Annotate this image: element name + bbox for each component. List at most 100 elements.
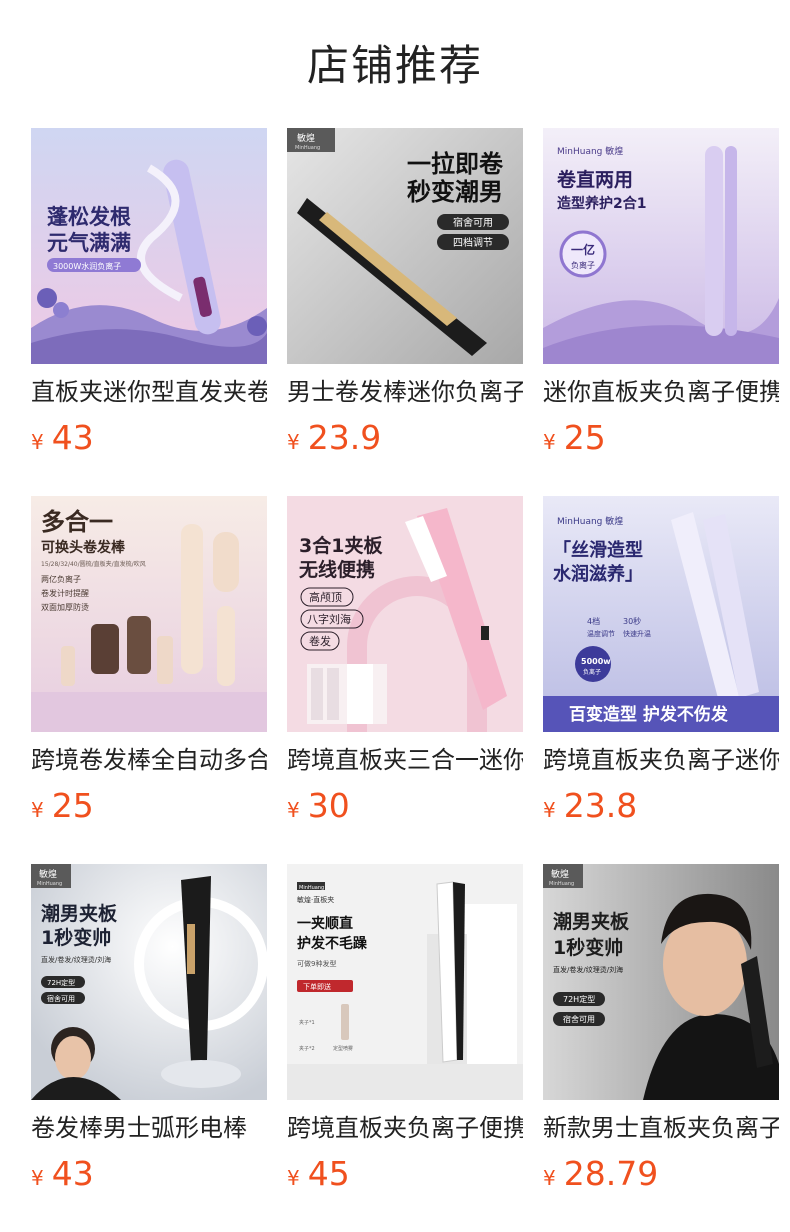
product-title[interactable]: 跨境直板夹负离子便携 [287,1110,523,1146]
image-tag: 高颅顶 [309,590,342,604]
price-value: 23.9 [307,418,382,457]
badge-text: 负离子 [583,668,601,676]
image-label: 定型喷雾 [333,1045,353,1052]
price-value: 23.8 [563,786,638,825]
currency-symbol: ¥ [31,430,44,454]
price-value: 45 [307,1154,350,1193]
currency-symbol: ¥ [31,1166,44,1190]
brand-logo: 敏煌 [297,132,315,144]
badge-text: 5000w [581,657,611,666]
image-spec: 15/28/32/40/圆梳/直板夹/直发梳/吹风 [41,560,146,568]
product-title[interactable]: 新款男士直板夹负离子 [543,1110,779,1146]
product-image[interactable]: 敏煌 MinHuang 潮男夹板 1秒变帅 直发/卷发/纹理烫/刘海 72H定型… [543,864,779,1100]
image-headline: 秒变潮男 [407,178,503,206]
image-tag: 3000W水润负离子 [53,261,121,271]
image-label: 夹子*2 [299,1045,315,1052]
image-headline: 蓬松发根 [47,205,131,229]
currency-symbol: ¥ [287,1166,300,1190]
image-headline: 无线便携 [299,558,375,581]
feature-text: 温度调节 [587,629,615,638]
product-price: ¥30 [287,786,350,826]
product-image[interactable]: MinHuang 敏煌·直板夹 一夹顺直 护发不毛躁 可做9种发型 下单即送 夹… [287,864,523,1100]
image-headline: 3合1夹板 [299,534,383,557]
brand-sub: MinHuang [37,881,62,887]
image-tag: 下单即送 [303,982,331,991]
image-headline: 水润滋养」 [553,563,643,585]
brand-logo: 敏煌 [551,868,569,880]
brand-sub: MinHuang [295,145,320,151]
product-card[interactable]: MinHuang 敏煌·直板夹 一夹顺直 护发不毛躁 可做9种发型 下单即送 夹… [287,864,523,1194]
product-image[interactable]: 多合一 可换头卷发棒 15/28/32/40/圆梳/直板夹/直发梳/吹风 两亿负… [31,496,267,732]
product-image[interactable]: 敏煌 MinHuang 潮男夹板 1秒变帅 直发/卷发/纹理烫/刘海 72H定型… [31,864,267,1100]
currency-symbol: ¥ [31,798,44,822]
product-title[interactable]: 跨境卷发棒全自动多合一 [31,742,267,778]
currency-symbol: ¥ [543,430,556,454]
image-tag: 宿舍可用 [453,216,493,229]
image-headline: 多合一 [41,508,113,536]
feature-text: 快速升温 [623,629,651,638]
image-tag: 72H定型 [563,994,595,1004]
image-headline: 卷直两用 [556,168,633,191]
product-title[interactable]: 男士卷发棒迷你负离子 [287,374,523,410]
image-bullet: 卷发计时提醒 [41,588,89,598]
image-tag: 八字刘海 [307,612,351,626]
product-image[interactable]: 蓬松发根 元气满满 3000W水润负离子 [31,128,267,364]
image-headline: 1秒变帅 [553,936,623,959]
product-card[interactable]: 敏煌 MinHuang 一拉即卷 秒变潮男 宿舍可用 四档调节 男士卷发棒迷你负… [287,128,523,458]
image-headline: 一拉即卷 [407,150,504,178]
brand-logo: MinHuang 敏煌 [557,515,623,527]
product-card[interactable]: 3合1夹板 无线便携 高颅顶 八字刘海 卷发 跨境直板夹三合一迷你 ¥30 [287,496,523,826]
price-value: 28.79 [563,1154,659,1193]
product-grid: 蓬松发根 元气满满 3000W水润负离子 直板夹迷你型直发夹卷发棒 ¥43 敏煌 [0,0,790,1232]
product-price: ¥23.8 [543,786,637,826]
image-headline: 潮男夹板 [41,902,118,925]
brand-logo: 敏煌 [39,868,57,880]
image-headline: 1秒变帅 [41,926,111,949]
image-headline: 元气满满 [47,231,131,255]
product-card[interactable]: 敏煌 MinHuang 潮男夹板 1秒变帅 直发/卷发/纹理烫/刘海 72H定型… [543,864,779,1194]
product-price: ¥45 [287,1154,350,1194]
price-value: 43 [51,1154,94,1193]
product-image[interactable]: MinHuang 敏煌 「丝滑造型 水润滋养」 4档 温度调节 30秒 快速升温… [543,496,779,732]
image-headline: 潮男夹板 [553,910,630,933]
currency-symbol: ¥ [543,1166,556,1190]
image-headline: 一夹顺直 [297,915,353,932]
product-image[interactable]: 敏煌 MinHuang 一拉即卷 秒变潮男 宿舍可用 四档调节 [287,128,523,364]
image-bullet: 双面加厚防烫 [41,602,89,612]
product-title[interactable]: 跨境直板夹三合一迷你 [287,742,523,778]
product-card[interactable]: MinHuang 敏煌 「丝滑造型 水润滋养」 4档 温度调节 30秒 快速升温… [543,496,779,826]
product-card[interactable]: 多合一 可换头卷发棒 15/28/32/40/圆梳/直板夹/直发梳/吹风 两亿负… [31,496,267,826]
product-title[interactable]: 直板夹迷你型直发夹卷发棒 [31,374,267,410]
product-card[interactable]: 敏煌 MinHuang 潮男夹板 1秒变帅 直发/卷发/纹理烫/刘海 72H定型… [31,864,267,1194]
price-value: 30 [307,786,350,825]
image-tag: 宿舍可用 [47,994,75,1003]
currency-symbol: ¥ [543,798,556,822]
image-headline: 造型养护2合1 [557,195,646,212]
product-price: ¥25 [31,786,94,826]
image-sub: 直发/卷发/纹理烫/刘海 [553,965,623,974]
image-headline: 可换头卷发棒 [41,539,126,556]
brand-logo: MinHuang 敏煌 [557,145,623,157]
product-image[interactable]: MinHuang 敏煌 卷直两用 造型养护2合1 一亿 负离子 [543,128,779,364]
product-image[interactable]: 3合1夹板 无线便携 高颅顶 八字刘海 卷发 [287,496,523,732]
brand-sub: 敏煌·直板夹 [297,895,334,904]
product-price: ¥25 [543,418,606,458]
product-card[interactable]: MinHuang 敏煌 卷直两用 造型养护2合1 一亿 负离子 迷你直板夹负离子… [543,128,779,458]
image-bullet: 两亿负离子 [41,574,81,584]
image-tag: 四档调节 [453,236,493,249]
image-headline: 「丝滑造型 [553,539,643,561]
price-value: 25 [563,418,606,457]
image-headline: 护发不毛躁 [297,935,367,952]
currency-symbol: ¥ [287,798,300,822]
product-title[interactable]: 迷你直板夹负离子便携 [543,374,779,410]
price-value: 43 [51,418,94,457]
product-title[interactable]: 跨境直板夹负离子迷你 [543,742,779,778]
currency-symbol: ¥ [287,430,300,454]
product-price: ¥23.9 [287,418,381,458]
feature-text: 4档 [587,616,600,626]
product-card[interactable]: 蓬松发根 元气满满 3000W水润负离子 直板夹迷你型直发夹卷发棒 ¥43 [31,128,267,458]
badge-text: 一亿 [571,242,595,257]
brand-sub: MinHuang [549,881,574,887]
badge-text: 负离子 [571,260,595,270]
product-title[interactable]: 卷发棒男士弧形电棒 [31,1110,267,1146]
